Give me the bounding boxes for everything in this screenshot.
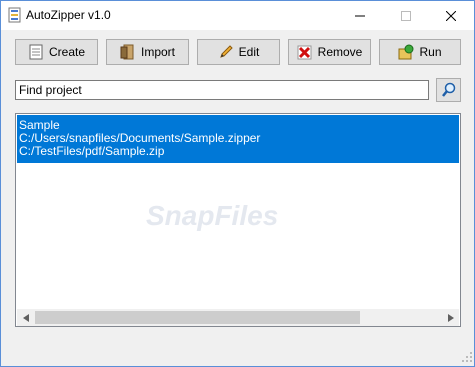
project-target: C:/TestFiles/pdf/Sample.zip [19, 144, 165, 158]
maximize-icon [401, 10, 411, 21]
red-x-icon [297, 44, 313, 60]
title-bar[interactable]: AutoZipper v1.0 [1, 1, 474, 30]
run-label: Run [419, 45, 442, 59]
create-label: Create [48, 45, 86, 59]
close-icon [446, 10, 456, 21]
scrollbar-thumb[interactable] [35, 311, 360, 324]
edit-button[interactable]: Edit [197, 39, 280, 65]
edit-label: Edit [238, 45, 260, 59]
search-button[interactable] [436, 78, 461, 102]
watermark: SnapFiles [146, 200, 279, 231]
import-label: Import [140, 45, 175, 59]
horizontal-scrollbar[interactable] [17, 309, 459, 326]
app-icon [7, 7, 23, 23]
main-window: AutoZipper v1.0 Create Import Edit Remov… [0, 0, 475, 367]
search-input[interactable] [15, 80, 429, 100]
scroll-right-button[interactable] [442, 309, 459, 326]
pencil-icon [218, 44, 234, 60]
create-button[interactable]: Create [15, 39, 98, 65]
minimize-icon [355, 15, 365, 16]
resize-grip[interactable] [461, 351, 473, 363]
project-list[interactable]: SnapFiles Sample C:/Users/snapfiles/Docu… [15, 113, 461, 327]
search-icon [441, 82, 455, 97]
close-button[interactable] [428, 1, 474, 30]
run-icon [398, 44, 414, 60]
import-button[interactable]: Import [106, 39, 189, 65]
arrow-right-icon [447, 313, 454, 322]
remove-button[interactable]: Remove [288, 39, 371, 65]
scroll-left-button[interactable] [17, 309, 34, 326]
arrow-left-icon [22, 313, 29, 322]
document-icon [28, 44, 44, 60]
remove-label: Remove [317, 45, 363, 59]
minimize-button[interactable] [337, 1, 383, 30]
window-title: AutoZipper v1.0 [26, 8, 111, 22]
maximize-button[interactable] [383, 1, 429, 30]
list-item[interactable]: Sample C:/Users/snapfiles/Documents/Samp… [17, 115, 459, 163]
run-button[interactable]: Run [379, 39, 461, 65]
import-icon [120, 44, 136, 60]
